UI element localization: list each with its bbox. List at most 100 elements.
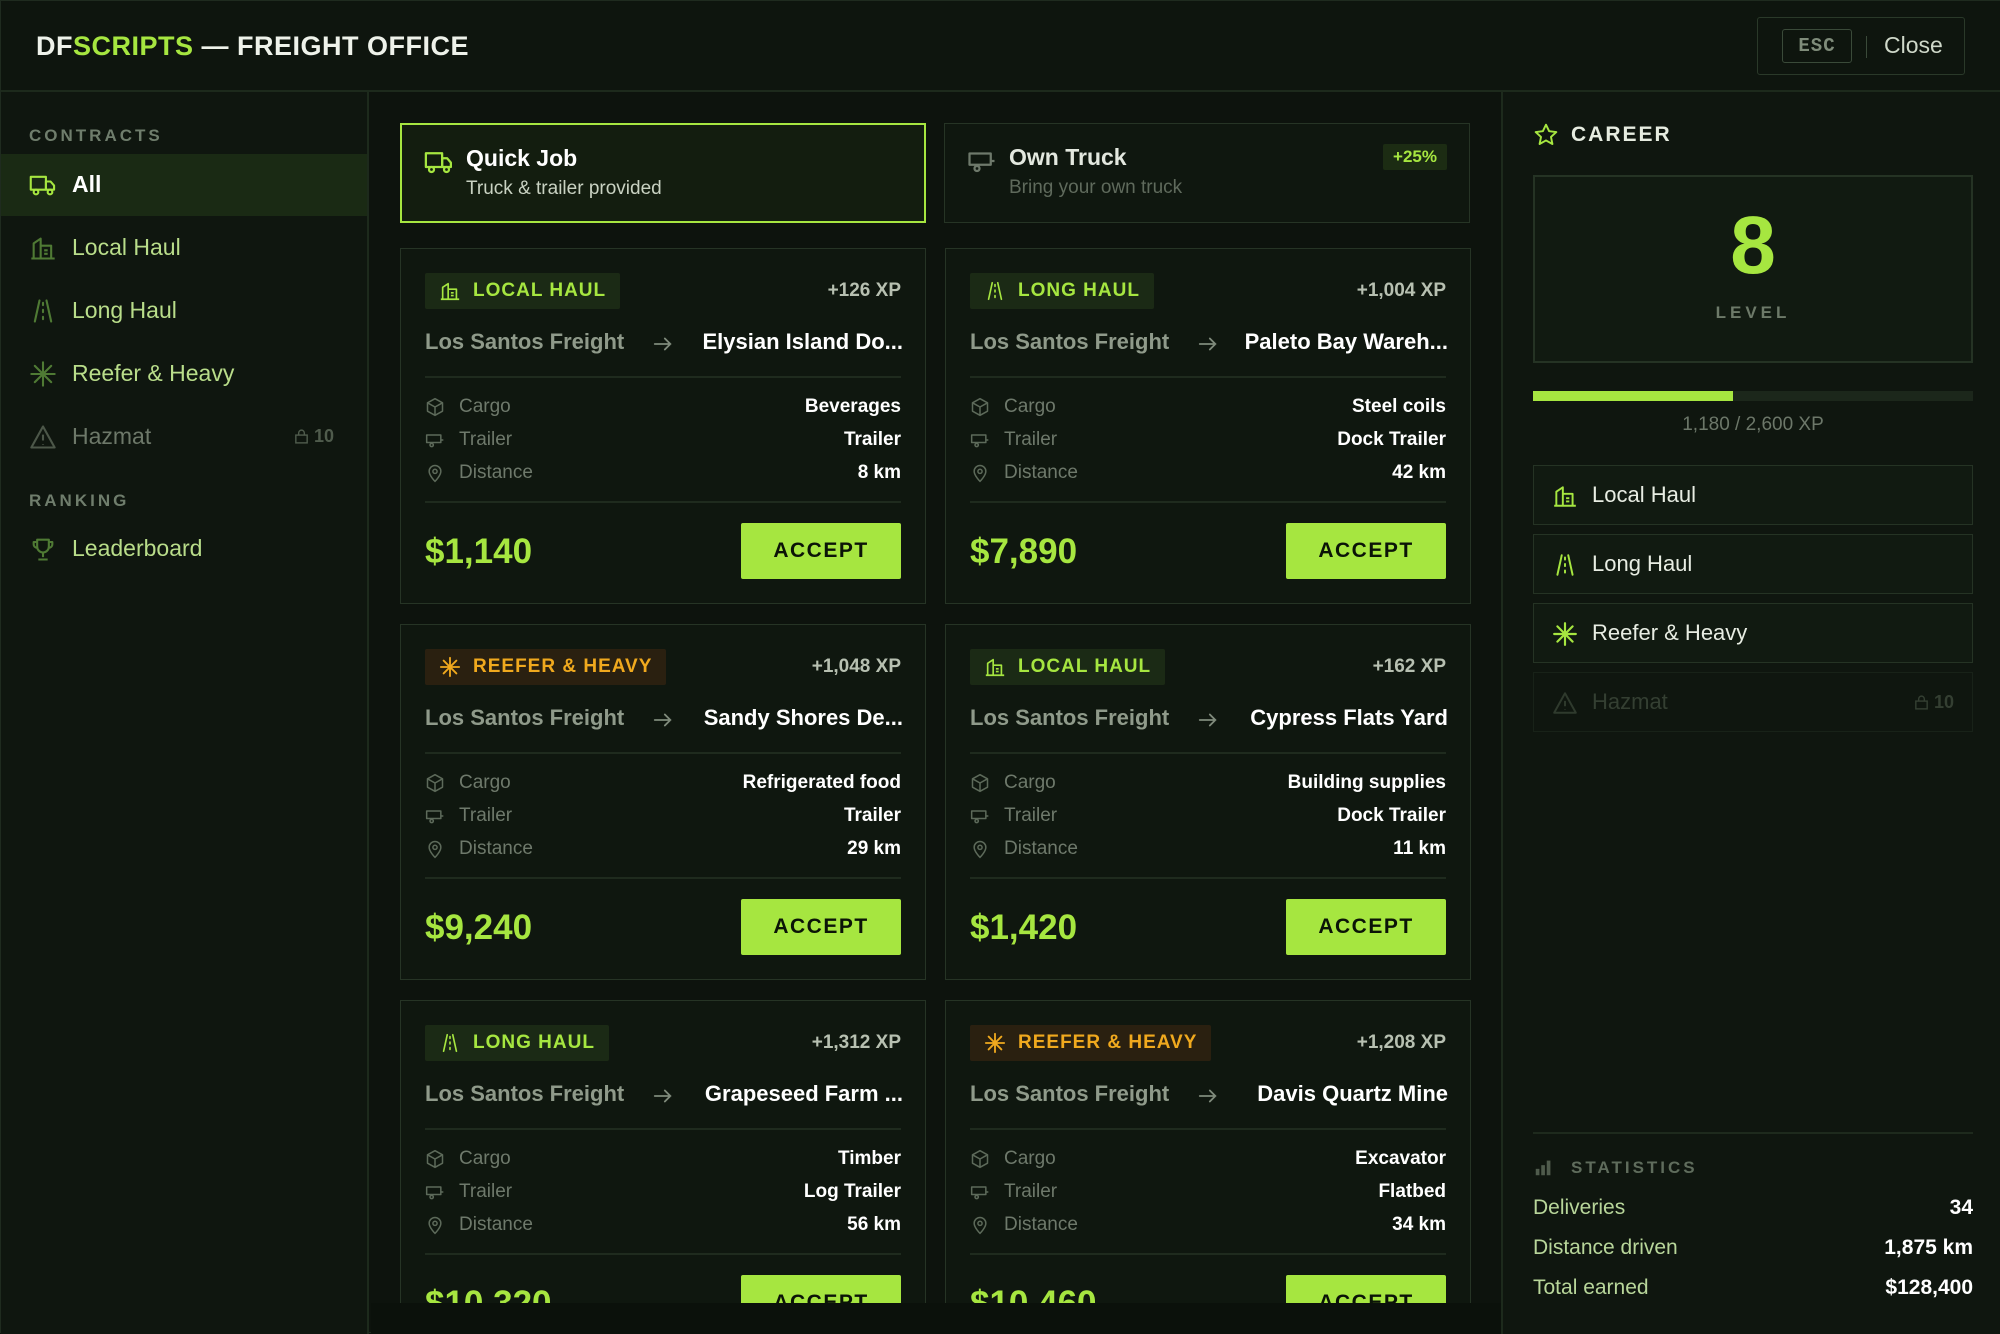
sidebar-item-label: Leaderboard [72,535,203,561]
cargo-value: Timber [837,1148,901,1169]
map-pin-icon [973,840,987,859]
arrow-right-icon [653,1089,672,1103]
close-button[interactable]: ESC Close [1757,17,1965,75]
career-category-label: Local Haul [1592,482,1696,507]
job-price: $1,420 [970,908,1078,947]
lock-level-badge: 10 [293,426,334,447]
stat-distance-driven: Distance driven 1,875 km [1533,1236,1973,1259]
trailer-row: Trailer Log Trailer [425,1179,901,1207]
sidebar-item-label: Reefer & Heavy [72,360,235,386]
divider [970,376,1446,378]
distance-value: 8 km [857,462,901,483]
header-bar: DFSCRIPTS — FREIGHT OFFICE ESC Close [1,1,2000,92]
sidebar: CONTRACTS All Local Haul Long Haul Reefe… [1,92,369,1334]
job-card: REEFER & HEAVY +1,208 XP Los Santos Frei… [945,1000,1471,1304]
close-label: Close [1884,32,1943,58]
sidebar-item-all[interactable]: All [1,154,367,216]
xp-progress-bar [1533,391,1973,401]
list-fade [371,1303,1501,1334]
distance-value: 29 km [847,838,901,859]
career-category-label: Hazmat [1592,689,1668,714]
origin: Los Santos Freight [425,329,625,354]
career-category-label: Reefer & Heavy [1592,620,1748,645]
distance-row: Distance 11 km [970,836,1446,864]
career-category-long-haul[interactable]: Long Haul [1533,534,1973,594]
job-price: $1,140 [425,532,533,571]
distance-value: 42 km [1392,462,1446,483]
career-category-reefer-heavy[interactable]: Reefer & Heavy [1533,603,1973,663]
sidebar-item-label: Long Haul [72,297,177,323]
accept-button[interactable]: ACCEPT [741,1275,901,1304]
cargo-value: Refrigerated food [742,772,901,793]
trailer-value: Dock Trailer [1337,805,1446,826]
arrow-right-icon [653,337,672,351]
route: Los Santos Freight Grapeseed Farm ... [425,1081,903,1111]
career-category-label: Long Haul [1592,551,1693,576]
job-price: $10,460 [970,1284,1097,1304]
route: Los Santos Freight Paleto Bay Wareh... [970,329,1448,359]
ranking-heading: RANKING [29,491,130,510]
trailer-value: Dock Trailer [1337,429,1446,450]
arrow-right-icon [1198,337,1217,351]
distance-row: Distance 56 km [425,1212,901,1240]
sidebar-item-label: Local Haul [72,234,181,260]
sidebar-item-reefer-heavy[interactable]: Reefer & Heavy [1,343,367,405]
career-category-hazmat: Hazmat 10 [1533,672,1973,732]
accept-button[interactable]: ACCEPT [1286,1275,1446,1304]
career-category-local-haul[interactable]: Local Haul [1533,465,1973,525]
building-icon [985,658,1005,677]
road-icon [442,1033,458,1053]
building-icon [440,282,460,301]
accept-button[interactable]: ACCEPT [741,523,901,579]
sidebar-item-leaderboard[interactable]: Leaderboard [1,518,367,580]
quick-job-option[interactable]: Quick Job Truck & trailer provided [400,123,926,223]
box-icon [426,773,444,793]
esc-key-hint: ESC [1782,29,1852,63]
sidebar-item-hazmat[interactable]: Hazmat 10 [1,406,367,468]
trailer-icon [970,810,989,824]
origin: Los Santos Freight [425,705,625,730]
truck-icon [424,152,452,174]
map-pin-icon [973,464,987,483]
job-card: REEFER & HEAVY +1,048 XP Los Santos Frei… [400,624,926,980]
cargo-row: Cargo Beverages [425,394,901,422]
sidebar-item-local-haul[interactable]: Local Haul [1,217,367,279]
own-truck-option[interactable]: Own Truck Bring your own truck +25% [944,123,1470,223]
distance-row: Distance 29 km [425,836,901,864]
trailer-value: Trailer [843,805,901,826]
cargo-value: Steel coils [1352,396,1446,417]
sidebar-item-long-haul[interactable]: Long Haul [1,280,367,342]
divider [425,501,901,503]
accept-button[interactable]: ACCEPT [741,899,901,955]
warning-icon [1553,692,1577,714]
origin: Los Santos Freight [970,329,1170,354]
destination: Elysian Island Do... [702,329,903,354]
box-icon [426,1149,444,1169]
stat-deliveries: Deliveries 34 [1533,1196,1973,1219]
accept-button[interactable]: ACCEPT [1286,899,1446,955]
divider [970,877,1446,879]
freight-office-app: DFSCRIPTS — FREIGHT OFFICE ESC Close CON… [0,0,2000,1334]
accept-button[interactable]: ACCEPT [1286,523,1446,579]
quick-job-title: Quick Job [466,145,578,171]
trailer-icon [970,434,989,448]
divider [425,752,901,754]
trailer-icon [425,810,444,824]
origin: Los Santos Freight [970,1081,1170,1106]
job-card: LOCAL HAUL +126 XP Los Santos Freight El… [400,248,926,604]
trailer-icon [425,434,444,448]
cargo-row: Cargo Timber [425,1146,901,1174]
arrow-right-icon [1198,713,1217,727]
divider [970,1253,1446,1255]
xp-progress-fill [1533,391,1733,401]
stat-total-earned: Total earned $128,400 [1533,1276,1973,1299]
snowflake-icon [1553,622,1577,646]
road-icon [1556,554,1574,576]
trophy-icon [32,538,54,561]
box-icon [971,1149,989,1169]
route: Los Santos Freight Sandy Shores De... [425,705,903,735]
truck-icon [29,175,56,196]
lock-icon [1915,695,1928,710]
building-icon [1554,486,1576,507]
cargo-row: Cargo Excavator [970,1146,1446,1174]
